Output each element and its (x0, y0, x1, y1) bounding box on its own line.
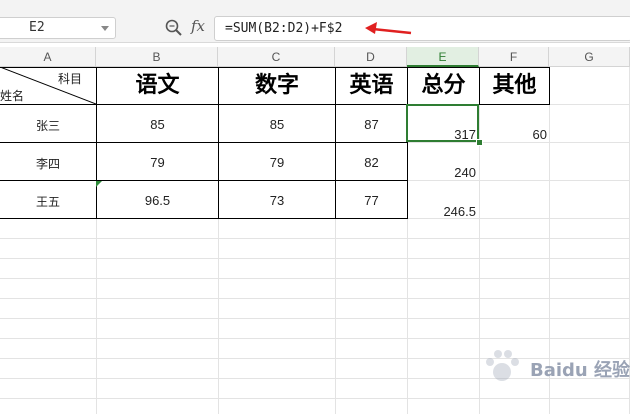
cell-error-indicator[interactable] (96, 181, 102, 187)
cell-chinese-row1[interactable]: 85 (97, 117, 218, 132)
header-other[interactable]: 其他 (480, 68, 549, 104)
grid-line (0, 258, 630, 259)
grid-line (0, 298, 630, 299)
formula-text: =SUM(B2:D2)+F$2 (225, 21, 343, 36)
cell-name-row1[interactable]: 张三 (0, 117, 96, 134)
header-english[interactable]: 英语 (336, 68, 407, 104)
grid-line (0, 278, 630, 279)
cell-math-row3[interactable]: 73 (219, 193, 335, 208)
watermark-text: Baidu 经验 (530, 360, 630, 381)
column-header-e[interactable]: E (407, 47, 479, 67)
grid-line (0, 338, 630, 339)
table-border (0, 180, 407, 181)
cell-total-row2[interactable]: 240 (408, 165, 476, 180)
column-header-f[interactable]: F (479, 47, 549, 67)
grid-line (479, 67, 480, 414)
cell-name-row3[interactable]: 王五 (0, 193, 96, 210)
column-header-b[interactable]: B (96, 47, 218, 67)
cell-english-row1[interactable]: 87 (336, 117, 407, 132)
formula-bar: E2 fx =SUM(B2:D2)+F$2 (0, 0, 630, 43)
name-box-value: E2 (29, 20, 45, 35)
name-box[interactable]: E2 (0, 17, 116, 39)
column-header-g[interactable]: G (549, 47, 630, 67)
cell-other-row1[interactable]: 60 (480, 127, 547, 142)
header-total[interactable]: 总分 (408, 68, 479, 104)
table-border (0, 142, 407, 143)
header-name-label: 姓名 (0, 89, 25, 103)
cell-name-row2[interactable]: 李四 (0, 155, 96, 172)
zoom-icon[interactable] (164, 18, 184, 38)
column-header-c[interactable]: C (218, 47, 335, 67)
header-math[interactable]: 数字 (219, 68, 335, 104)
column-header-a[interactable]: A (0, 47, 96, 67)
header-subject-label: 科目 (58, 72, 83, 86)
cell-english-row2[interactable]: 82 (336, 155, 407, 170)
formula-input[interactable]: =SUM(B2:D2)+F$2 (214, 16, 630, 41)
header-chinese[interactable]: 语文 (97, 68, 218, 104)
grid-line (0, 318, 630, 319)
arrow-icon (365, 22, 412, 35)
selected-cell-outline (406, 104, 479, 142)
paw-icon (486, 350, 519, 381)
table-border (0, 218, 407, 219)
fill-handle[interactable] (476, 139, 483, 146)
cell-chinese-row2[interactable]: 79 (97, 155, 218, 170)
cell-total-row3[interactable]: 246.5 (408, 204, 476, 219)
cell-math-row1[interactable]: 85 (219, 117, 335, 132)
cell-chinese-row3[interactable]: 96.5 (97, 193, 218, 208)
cell-english-row3[interactable]: 77 (336, 193, 407, 208)
fx-icon[interactable]: fx (191, 17, 205, 35)
grid-line (0, 238, 630, 239)
column-header-d[interactable]: D (335, 47, 407, 67)
cell-math-row2[interactable]: 79 (219, 155, 335, 170)
grid-line (0, 398, 630, 399)
table-border (549, 67, 550, 105)
chevron-down-icon[interactable] (101, 26, 109, 31)
